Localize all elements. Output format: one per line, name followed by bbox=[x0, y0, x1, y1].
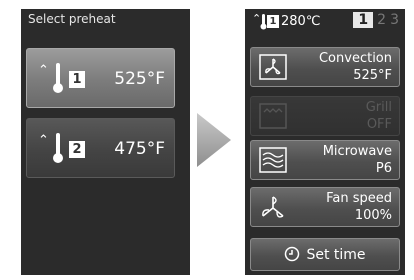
function-screen: ⌃ 1 280℃ 123 Convection 525°F Grill OFF bbox=[245, 9, 405, 275]
function-label: Fan speed bbox=[326, 191, 392, 206]
page-2-tab[interactable]: 2 bbox=[377, 12, 386, 28]
microwave-button[interactable]: Microwave P6 bbox=[250, 140, 400, 180]
thermometer-icon bbox=[53, 133, 63, 163]
clock-icon bbox=[285, 246, 300, 262]
status-bar: ⌃ 1 280℃ 123 bbox=[245, 9, 405, 39]
function-value: OFF bbox=[366, 117, 392, 132]
set-time-button[interactable]: Set time bbox=[250, 238, 400, 271]
fan-speed-button[interactable]: Fan speed 100% bbox=[250, 187, 400, 227]
preset-number: 2 bbox=[69, 141, 85, 158]
function-value: 100% bbox=[354, 208, 392, 223]
function-value: 525°F bbox=[353, 68, 392, 83]
current-temperature: 280℃ bbox=[281, 14, 321, 29]
fan-icon bbox=[259, 54, 287, 80]
page-1-tab[interactable]: 1 bbox=[353, 12, 374, 28]
function-label: Grill bbox=[365, 100, 392, 115]
grill-icon bbox=[259, 103, 287, 129]
preset-number: 1 bbox=[69, 71, 85, 88]
grill-button[interactable]: Grill OFF bbox=[250, 96, 400, 136]
function-label: Microwave bbox=[322, 144, 392, 159]
up-down-icon: ⌃ bbox=[38, 63, 49, 78]
preset-temperature: 475°F bbox=[114, 139, 165, 159]
set-time-label: Set time bbox=[306, 247, 366, 263]
thermometer-icon bbox=[53, 63, 63, 93]
page-indicator: 123 bbox=[349, 12, 399, 28]
preheat-preset-2-button[interactable]: ⌃ 2 475°F bbox=[26, 118, 175, 178]
up-down-icon: ⌃ bbox=[38, 133, 49, 148]
page-3-tab[interactable]: 3 bbox=[390, 12, 399, 28]
microwave-icon bbox=[259, 147, 287, 173]
function-value: P6 bbox=[375, 161, 392, 176]
active-preset-number: 1 bbox=[267, 15, 279, 28]
preset-temperature: 525°F bbox=[114, 69, 165, 89]
convection-button[interactable]: Convection 525°F bbox=[250, 47, 400, 87]
fan-icon bbox=[262, 196, 284, 218]
function-label: Convection bbox=[318, 51, 392, 66]
thermometer-icon bbox=[260, 14, 267, 30]
preheat-preset-1-button[interactable]: ⌃ 1 525°F bbox=[26, 48, 175, 108]
preheat-screen: Select preheat ⌃ 1 525°F ⌃ 2 475°F bbox=[21, 9, 190, 275]
arrow-right-icon bbox=[197, 113, 231, 167]
screen-title: Select preheat bbox=[28, 12, 116, 26]
